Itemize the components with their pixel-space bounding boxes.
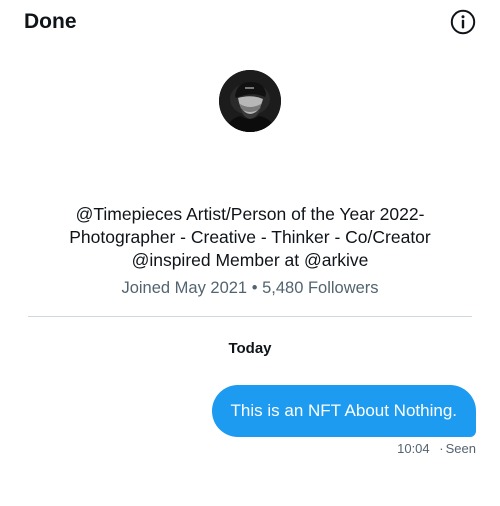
avatar[interactable] (219, 70, 281, 132)
meta-separator: • (251, 279, 258, 297)
status-separator: · (439, 441, 444, 456)
bio-line: @inspired Member at @arkive (131, 250, 369, 270)
done-button[interactable]: Done (24, 10, 77, 34)
message-time: 10:04 (397, 441, 430, 456)
joined-date: Joined May 2021 (121, 279, 248, 297)
info-icon[interactable] (450, 9, 476, 35)
top-bar: Done (0, 0, 500, 46)
divider (28, 316, 472, 317)
followers-count[interactable]: 5,480 Followers (262, 279, 378, 297)
profile-meta: Joined May 2021 • 5,480 Followers (30, 279, 470, 298)
bio-line: Photographer - Creative - Thinker - Co/C… (69, 227, 431, 247)
message-status: Seen (445, 441, 476, 456)
profile-bio: @Timepieces Artist/Person of the Year 20… (30, 203, 470, 272)
bio-line: @Timepieces Artist/Person of the Year 20… (75, 204, 425, 224)
message-bubble[interactable]: This is an NFT About Nothing. (211, 385, 476, 437)
day-label: Today (228, 340, 272, 357)
message-meta: 10:04 · Seen (397, 441, 476, 456)
